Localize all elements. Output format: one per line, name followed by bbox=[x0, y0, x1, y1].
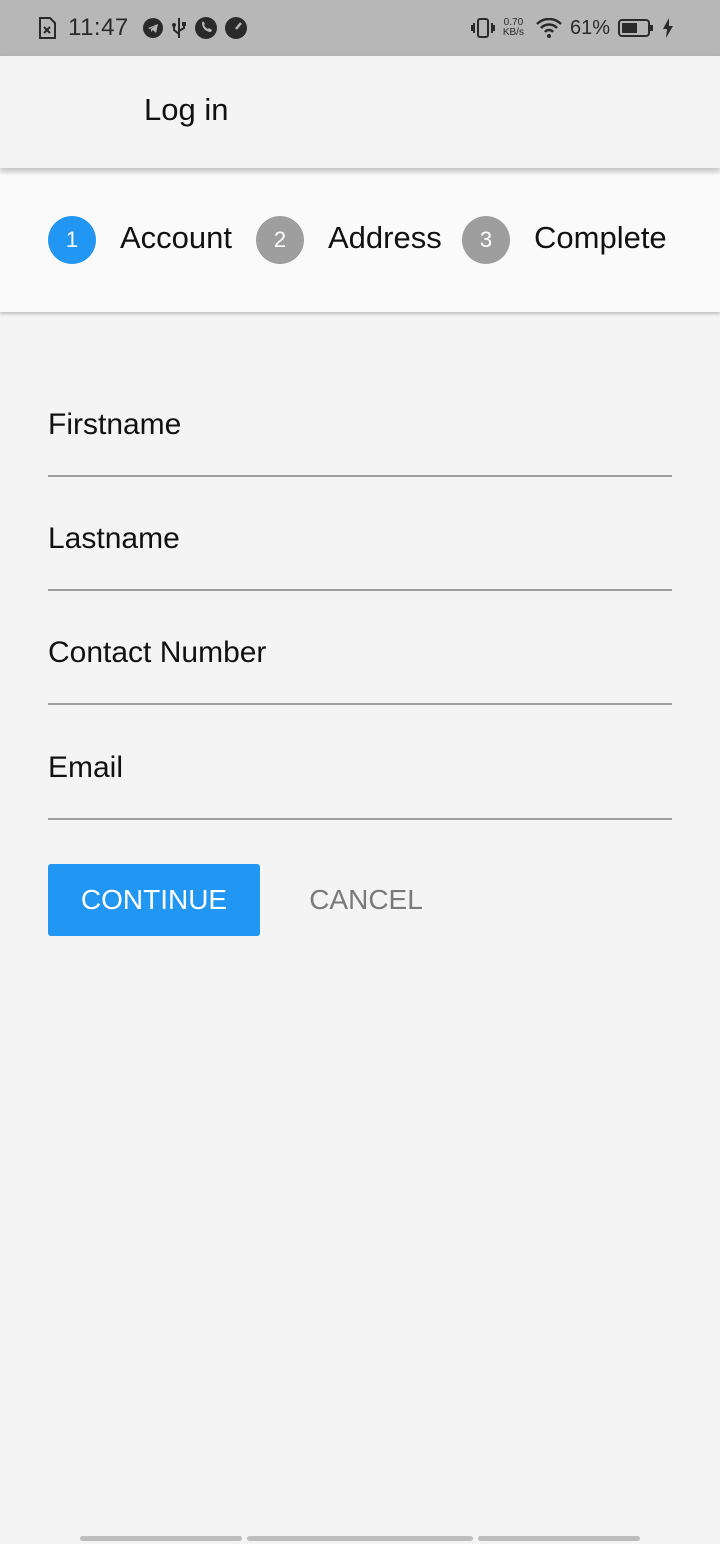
cancel-button[interactable]: CANCEL bbox=[290, 864, 442, 936]
charging-icon bbox=[662, 18, 674, 38]
lastname-input[interactable] bbox=[48, 477, 672, 589]
gesture-bar-left[interactable] bbox=[80, 1536, 242, 1541]
email-input[interactable] bbox=[48, 706, 672, 818]
status-bar-right: 0.70 KB/s 61% bbox=[470, 14, 682, 42]
speedometer-icon bbox=[224, 17, 247, 39]
network-speed-unit: KB/s bbox=[502, 27, 524, 38]
status-bar-left: 11:47 bbox=[38, 14, 255, 42]
email-field bbox=[48, 706, 672, 820]
step-2-label[interactable]: Address bbox=[328, 220, 442, 256]
stepper: 1 Account 2 Address 3 Complete bbox=[0, 174, 720, 312]
wifi-icon bbox=[536, 18, 562, 38]
status-time: 11:47 bbox=[68, 14, 129, 41]
phone-icon bbox=[194, 17, 217, 39]
status-bar: 11:47 0.70 KB/s 61% bbox=[0, 0, 720, 56]
lastname-field bbox=[48, 477, 672, 591]
vibrate-icon bbox=[470, 17, 495, 39]
step-1-label[interactable]: Account bbox=[120, 220, 232, 256]
telegram-icon bbox=[142, 18, 163, 38]
firstname-input[interactable] bbox=[48, 363, 672, 475]
sim-error-icon bbox=[38, 17, 56, 39]
firstname-field bbox=[48, 363, 672, 477]
step-3-label[interactable]: Complete bbox=[534, 220, 667, 256]
step-3-circle[interactable]: 3 bbox=[462, 216, 510, 264]
contact-number-field bbox=[48, 591, 672, 705]
battery-icon bbox=[618, 18, 654, 38]
continue-button[interactable]: CONTINUE bbox=[48, 864, 260, 936]
page-title: Log in bbox=[144, 92, 229, 127]
gesture-bar-right[interactable] bbox=[478, 1536, 640, 1541]
network-speed: 0.70 KB/s bbox=[503, 18, 524, 38]
battery-percent: 61% bbox=[569, 16, 610, 39]
gesture-bar-center[interactable] bbox=[247, 1536, 473, 1541]
app-bar: Log in bbox=[0, 56, 720, 168]
usb-icon bbox=[171, 17, 187, 39]
step-2-circle[interactable]: 2 bbox=[256, 216, 304, 264]
step-1-circle[interactable]: 1 bbox=[48, 216, 96, 264]
contact-number-input[interactable] bbox=[48, 591, 672, 703]
